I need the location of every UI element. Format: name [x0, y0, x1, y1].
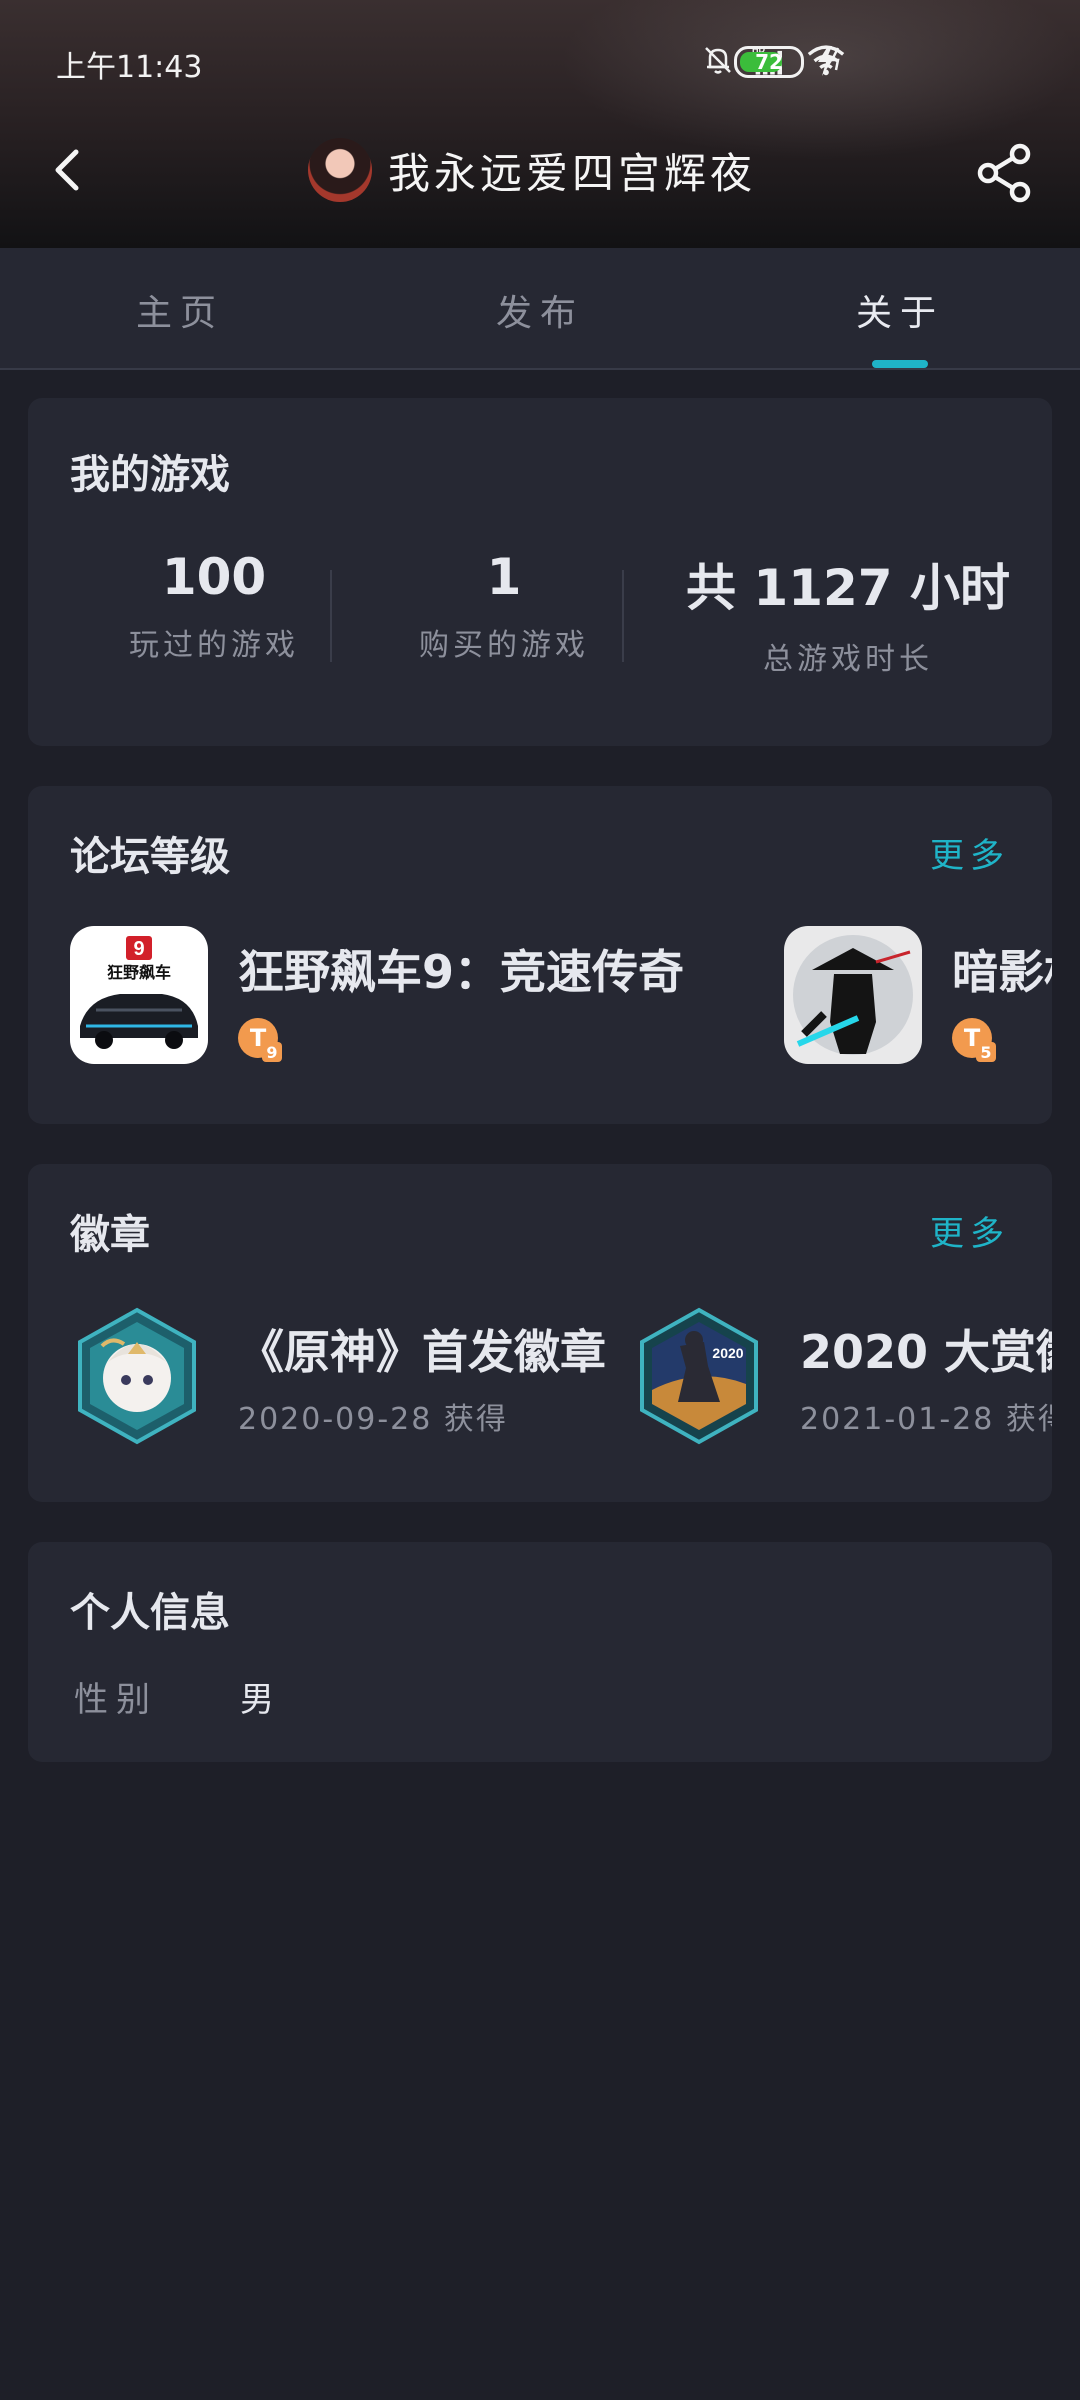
- badge-name: 2020 大赏徽章: [800, 1325, 1052, 1379]
- stat-value: 100: [161, 548, 267, 606]
- forum-level-item[interactable]: 暗影格斗3 T 5: [784, 926, 1052, 1066]
- level-badge-number: 5: [976, 1042, 996, 1062]
- stat-value: 共 1127 小时: [686, 559, 1010, 617]
- gender-value: 男: [240, 1680, 274, 1720]
- forum-level-item[interactable]: 9 狂野飙车 狂野飙车9：竞速传奇 T 9: [70, 926, 750, 1066]
- mute-bell-icon: [698, 40, 738, 80]
- badges-title: 徽章: [70, 1212, 150, 1258]
- svg-text:狂野飙车: 狂野飙车: [107, 963, 171, 982]
- forum-level-more-link[interactable]: 更多: [930, 828, 1010, 877]
- forum-level-title: 论坛等级: [70, 834, 230, 880]
- avatar[interactable]: [308, 138, 372, 202]
- back-arrow-icon[interactable]: [40, 140, 100, 200]
- badge-date: 2021-01-28 获得: [800, 1402, 1052, 1437]
- my-games-title: 我的游戏: [70, 452, 230, 498]
- tab-about[interactable]: 关于: [800, 284, 1000, 336]
- status-bar: 上午11:43 HD 72: [0, 0, 1080, 120]
- shadow-fight-game-icon: [784, 926, 922, 1064]
- status-time: 上午11:43: [56, 50, 203, 85]
- personal-info-title: 个人信息: [70, 1590, 230, 1636]
- stat-divider: [330, 570, 332, 662]
- award-2020-badge-icon: 2020: [634, 1306, 764, 1446]
- share-icon[interactable]: [972, 140, 1038, 206]
- svg-text:9: 9: [133, 938, 144, 960]
- forum-game-name: 暗影格斗3: [952, 945, 1052, 999]
- stat-label: 总游戏时长: [763, 642, 933, 677]
- stat-label: 购买的游戏: [419, 628, 589, 663]
- stat-value: 1: [486, 548, 522, 606]
- level-badge-icon: T 9: [238, 1018, 282, 1062]
- gender-label: 性别: [74, 1680, 158, 1720]
- username: 我永远爱四宫辉夜: [388, 148, 757, 198]
- genshin-badge-icon: [72, 1306, 202, 1446]
- profile-title: 我永远爱四宫辉夜: [308, 138, 756, 202]
- stat-total-playtime[interactable]: 共 1127 小时 总游戏时长: [658, 548, 1038, 678]
- my-games-card: 我的游戏 100 玩过的游戏 1 购买的游戏 共 1127 小时 总游戏时长: [28, 398, 1052, 746]
- svg-text:2020: 2020: [712, 1345, 743, 1361]
- top-nav: 我永远爱四宫辉夜: [0, 130, 1080, 210]
- battery-level: 72: [755, 50, 783, 74]
- forum-level-card: 论坛等级 更多 9 狂野飙车 狂野飙车9：竞速传奇 T 9 暗影 T 5: [28, 786, 1052, 1124]
- badges-more-link[interactable]: 更多: [930, 1206, 1010, 1255]
- level-badge-icon: T 5: [952, 1018, 996, 1062]
- stat-played-games[interactable]: 100 玩过的游戏: [84, 548, 344, 664]
- profile-tabs: 主页 发布 关于: [0, 248, 1080, 370]
- active-tab-indicator: [872, 360, 928, 368]
- tab-posts[interactable]: 发布: [440, 284, 640, 336]
- badges-card: 徽章 更多 《原神》首发徽章 2020-09-28 获得 2020 2020 大…: [28, 1164, 1052, 1502]
- level-badge-number: 9: [262, 1042, 282, 1062]
- asphalt-9-game-icon: 9 狂野飙车: [70, 926, 208, 1064]
- badge-date: 2020-09-28 获得: [238, 1402, 508, 1437]
- stat-divider: [622, 570, 624, 662]
- profile-header: 上午11:43 HD 72 我永远爱四宫辉夜: [0, 0, 1080, 248]
- battery-icon: 72: [734, 46, 804, 78]
- badge-item[interactable]: 2020 2020 大赏徽章 2021-01-28 获得: [634, 1306, 1052, 1456]
- personal-info-card: 个人信息 性别 男: [28, 1542, 1052, 1762]
- tab-home[interactable]: 主页: [80, 284, 280, 336]
- charging-icon: [814, 44, 844, 82]
- badge-item[interactable]: 《原神》首发徽章 2020-09-28 获得: [72, 1306, 652, 1456]
- stat-label: 玩过的游戏: [129, 628, 299, 663]
- badge-name: 《原神》首发徽章: [238, 1325, 606, 1379]
- stat-purchased-games[interactable]: 1 购买的游戏: [374, 548, 634, 664]
- forum-game-name: 狂野飙车9：竞速传奇: [238, 945, 685, 999]
